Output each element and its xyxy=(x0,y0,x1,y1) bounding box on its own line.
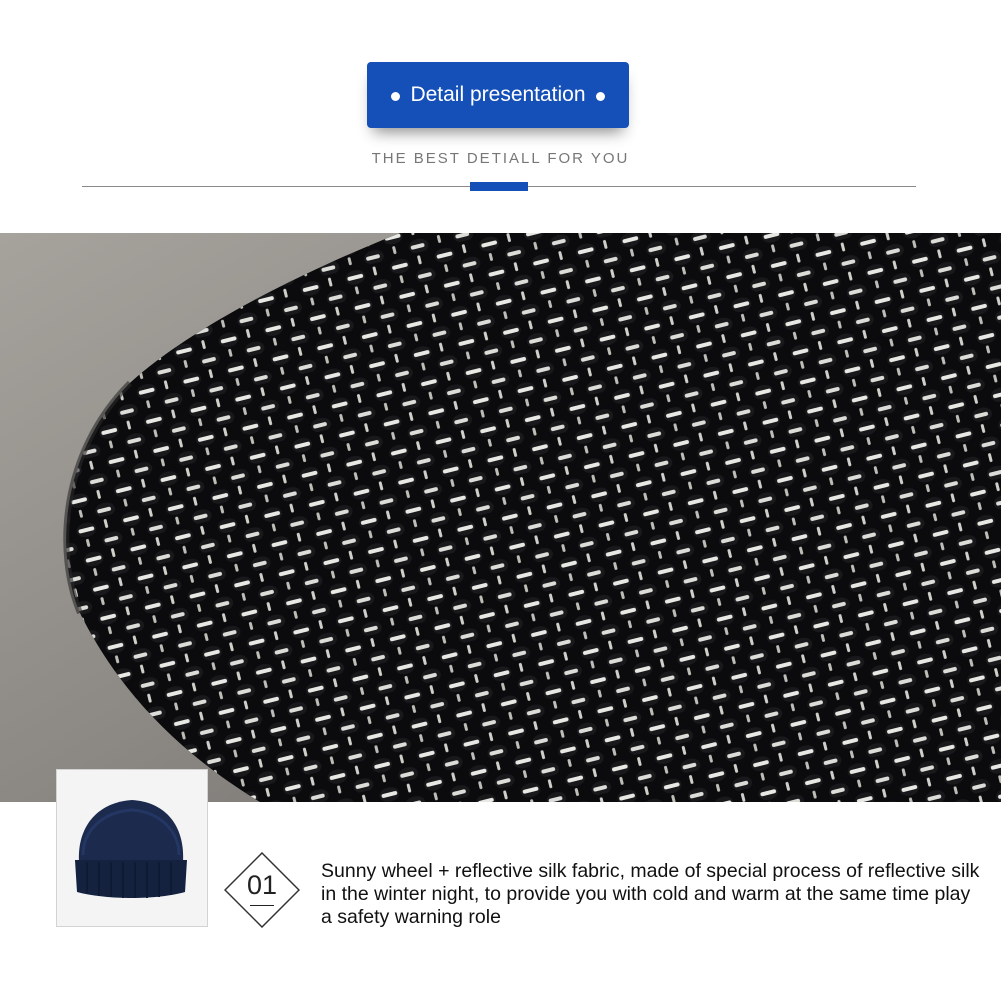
bullet-dot-right xyxy=(595,92,605,101)
divider-accent xyxy=(470,182,528,191)
tagline: THE BEST DETIALL FOR YOU xyxy=(371,150,630,167)
feature-number: 01 xyxy=(246,870,278,900)
number-underline xyxy=(250,905,274,906)
title-banner: Detail presentation xyxy=(367,62,629,128)
fabric-detail-photo xyxy=(0,233,1001,802)
product-thumbnail xyxy=(56,769,208,927)
banner-title: Detail presentation xyxy=(410,83,586,106)
feature-description: Sunny wheel + reflective silk fabric, ma… xyxy=(321,860,980,928)
bullet-dot-left xyxy=(391,92,401,101)
beanie-image xyxy=(75,800,187,898)
